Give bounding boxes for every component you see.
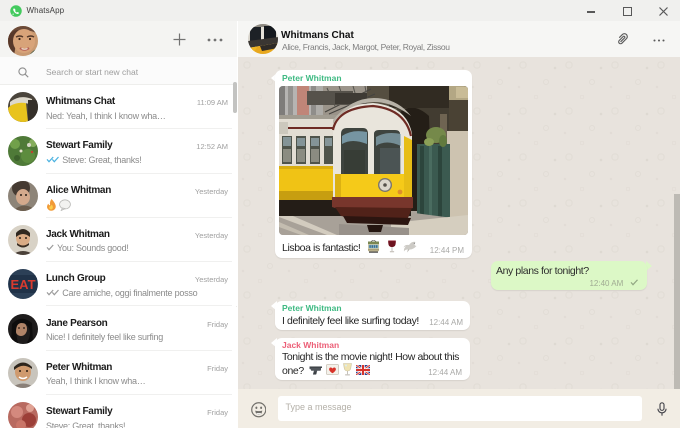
svg-text:EAT: EAT — [10, 277, 35, 292]
